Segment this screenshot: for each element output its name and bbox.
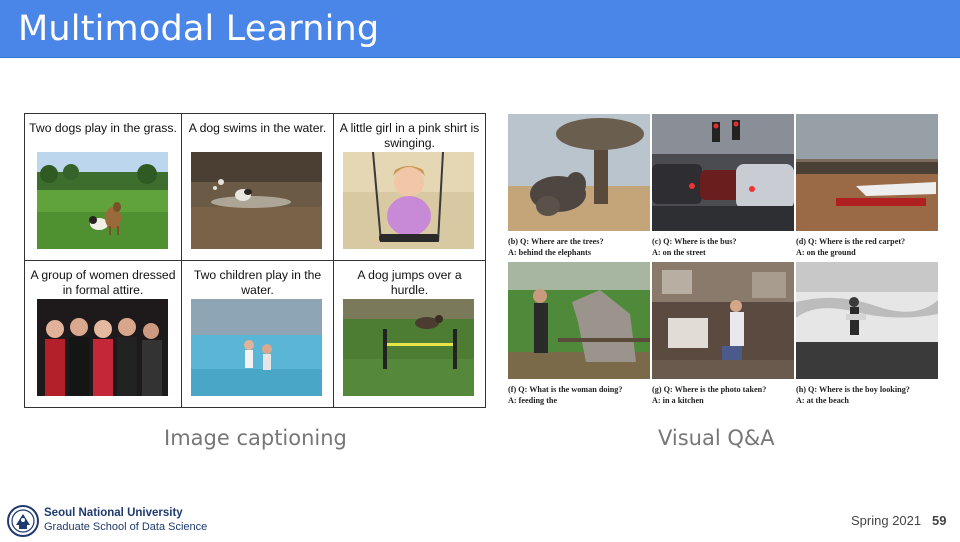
caption-text: A little girl in a pink shirt is swingin… [339,121,480,150]
vqa-question: (d) Q: Where is the red carpet? [796,237,906,246]
vqa-answer: A: at the beach [796,396,849,405]
caption-cell: Two children play in the water. [182,261,334,407]
caption-cell: A little girl in a pink shirt is swingin… [334,114,485,261]
vqa-item: (h) Q: Where is the boy looking? A: at t… [796,262,938,406]
caption-text: A dog swims in the water. [188,121,327,135]
vqa-answer: A: on the street [652,248,706,257]
slide-title: Multimodal Learning [18,9,380,49]
vqa-answer: A: in a kitchen [652,396,704,405]
title-bar: Multimodal Learning [0,0,960,58]
vqa-item: (c) Q: Where is the bus? A: on the stree… [652,114,794,258]
vqa-question: (b) Q: Where are the trees? [508,237,604,246]
snu-emblem-icon [7,505,39,537]
vqa-answer: A: behind the elephants [508,248,592,257]
girl-swinging-photo [343,152,474,249]
kitchen-photo [652,262,794,379]
school-name: Graduate School of Data Science [44,521,208,533]
captioning-label: Image captioning [164,426,347,450]
two-dogs-grass-photo [37,152,168,249]
caption-cell: A dog jumps over a hurdle. [334,261,485,407]
vqa-item: (f) Q: What is the woman doing? A: feedi… [508,262,650,406]
university-name: Seoul National University [44,507,183,519]
vqa-question: (h) Q: Where is the boy looking? [796,385,910,394]
vqa-answer: A: on the ground [796,248,856,257]
vqa-item: (d) Q: Where is the red carpet? A: on th… [796,114,938,258]
elephants-tree-photo [508,114,650,231]
caption-cell: A group of women dressed in formal attir… [25,261,182,407]
caption-cell: Two dogs play in the grass. [25,114,182,261]
airplane-carpet-photo [796,114,938,231]
group-of-women-photo [37,299,168,396]
vqa-label: Visual Q&A [658,426,775,450]
caption-text: Two children play in the water. [193,268,322,297]
woman-horse-photo [508,262,650,379]
caption-text: A dog jumps over a hurdle. [357,268,462,297]
vqa-question: (c) Q: Where is the bus? [652,237,737,246]
caption-text: A group of women dressed in formal attir… [30,268,176,297]
children-water-photo [191,299,322,396]
caption-cell: A dog swims in the water. [182,114,334,261]
caption-text: Two dogs play in the grass. [29,121,177,135]
page-number: 59 [932,513,947,528]
vqa-item: (b) Q: Where are the trees? A: behind th… [508,114,650,258]
dog-hurdle-photo [343,299,474,396]
dog-swimming-photo [191,152,322,249]
captioning-grid: Two dogs play in the grass. A dog swims … [24,113,486,408]
boy-beach-photo [796,262,938,379]
vqa-item: (g) Q: Where is the photo taken? A: in a… [652,262,794,406]
vqa-question: (f) Q: What is the woman doing? [508,385,623,394]
vqa-question: (g) Q: Where is the photo taken? [652,385,767,394]
vqa-answer: A: feeding the [508,396,558,405]
street-traffic-photo [652,114,794,231]
term-label: Spring 2021 [851,513,922,528]
